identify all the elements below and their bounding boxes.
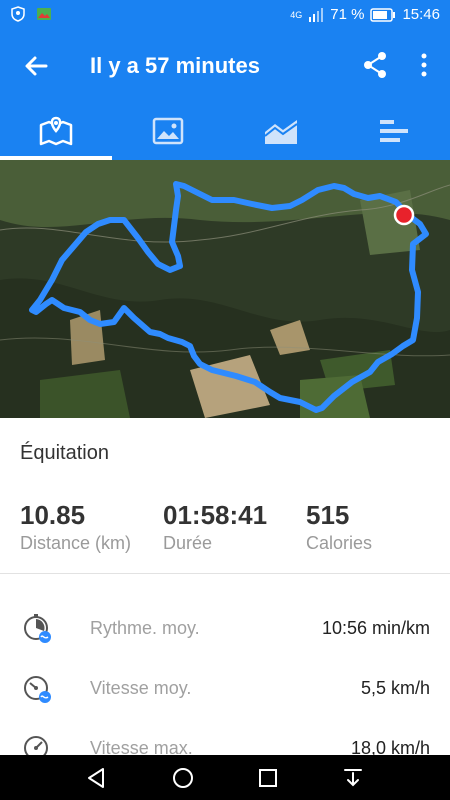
stat-duration: 01:58:41 Durée <box>163 500 267 554</box>
detail-value: 5,5 km/h <box>360 678 430 698</box>
end-marker <box>393 204 415 226</box>
more-vert-icon[interactable] <box>418 50 430 80</box>
calories-value: 515 <box>306 500 350 530</box>
share-icon[interactable] <box>360 50 390 80</box>
chart-icon <box>264 120 298 144</box>
status-right: 4G 71 % 15:46 <box>290 6 440 23</box>
speedometer-icon <box>24 676 51 703</box>
battery-icon <box>370 7 396 22</box>
shield-icon <box>11 6 25 22</box>
back-arrow-icon[interactable] <box>20 50 52 82</box>
calories-label: Calories <box>306 533 373 553</box>
nav-recents-icon[interactable] <box>255 765 281 791</box>
activity-type: Équitation <box>20 442 109 464</box>
distance-value: 10.85 <box>20 500 86 530</box>
page-title: Il y a 57 minutes <box>90 53 260 78</box>
distance-label: Distance (km) <box>20 533 132 553</box>
nav-back-icon[interactable] <box>84 765 110 791</box>
detail-row: Vitesse moy. 5,5 km/h <box>0 670 450 710</box>
clock: 15:46 <box>402 6 440 23</box>
tab-map[interactable] <box>0 102 112 160</box>
nav-notification-pull-icon[interactable] <box>340 765 366 791</box>
app-bar: Il y a 57 minutes <box>0 30 450 102</box>
stat-distance: 10.85 Distance (km) <box>20 500 131 554</box>
tab-bar <box>0 102 450 160</box>
gallery-icon <box>37 8 51 20</box>
status-left-icons <box>10 6 52 22</box>
nav-home-icon[interactable] <box>170 765 196 791</box>
detail-row: Rythme. moy. 10:56 min/km <box>0 610 450 650</box>
satellite-map <box>0 160 450 418</box>
detail-label: Vitesse moy. <box>90 678 192 698</box>
duration-value: 01:58:41 <box>163 500 268 530</box>
tab-list[interactable] <box>338 102 450 160</box>
signal-icon <box>309 7 324 22</box>
status-bar: 4G 71 % 15:46 <box>0 0 450 30</box>
duration-label: Durée <box>163 533 213 553</box>
list-icon <box>380 120 408 142</box>
battery-percent: 71 % <box>330 6 365 23</box>
route-map[interactable] <box>0 160 450 418</box>
photo-icon <box>152 117 184 145</box>
detail-value: 10:56 min/km <box>321 618 430 638</box>
summary-stats: 10.85 Distance (km) 01:58:41 Durée 515 C… <box>0 500 450 562</box>
detail-label: Rythme. moy. <box>90 618 200 638</box>
map-icon <box>39 116 73 146</box>
pace-icon <box>24 614 51 643</box>
divider <box>0 573 450 574</box>
tab-chart[interactable] <box>225 102 337 160</box>
network-label: 4G <box>290 9 303 20</box>
tab-photos[interactable] <box>112 102 224 160</box>
stat-calories: 515 Calories <box>306 500 372 554</box>
system-nav-bar <box>0 755 450 800</box>
